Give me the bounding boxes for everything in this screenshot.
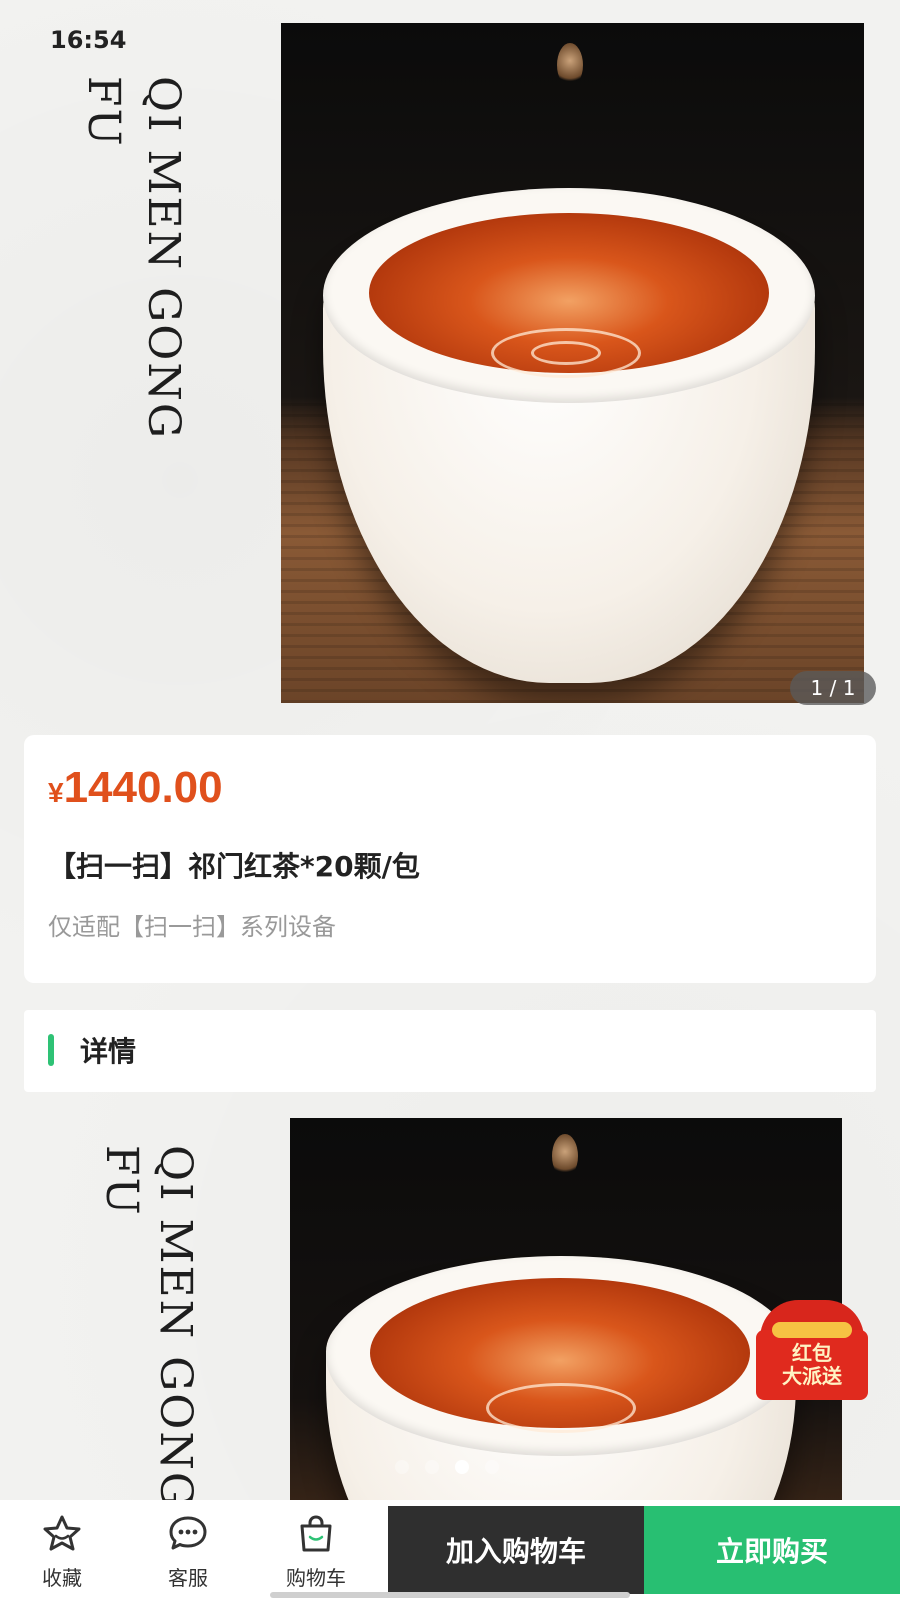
detail-title: 详情 xyxy=(80,1035,137,1068)
product-subtitle: 仅适配【扫一扫】系列设备 xyxy=(48,913,336,941)
gold-coins-icon xyxy=(772,1322,852,1338)
cart-tab[interactable]: 购物车 xyxy=(254,1500,378,1600)
detail-header: 详情 xyxy=(24,1010,876,1092)
carousel-dot-active[interactable] xyxy=(455,1460,469,1474)
favorite-label: 收藏 xyxy=(42,1566,82,1590)
product-price: ¥1440.00 xyxy=(48,763,223,813)
product-title: 【扫一扫】祁门红茶*20颗/包 xyxy=(48,850,420,883)
buy-now-button[interactable]: 立即购买 xyxy=(644,1506,900,1594)
image-counter: 1 / 1 xyxy=(790,671,876,705)
detail-vertical-text-line2: FU xyxy=(96,1145,147,1217)
carousel-dots[interactable] xyxy=(395,1460,499,1474)
detail-vertical-text-line1: QI MEN GONG xyxy=(150,1145,201,1509)
bottom-action-bar: 收藏 客服 购物车 加入购物车 立即购买 xyxy=(0,1500,900,1600)
shopping-bag-icon xyxy=(300,1515,332,1552)
promo-line2: 大派送 xyxy=(782,1364,842,1388)
currency-symbol: ¥ xyxy=(48,777,64,808)
promo-text: 红包 大派送 xyxy=(756,1342,868,1388)
tea-ripple-inner xyxy=(531,341,601,365)
tea-ripple xyxy=(486,1383,636,1433)
favorite-tab[interactable]: 收藏 xyxy=(0,1500,124,1600)
product-info-card: ¥1440.00 【扫一扫】祁门红茶*20颗/包 仅适配【扫一扫】系列设备 xyxy=(24,735,876,983)
carousel-dot[interactable] xyxy=(425,1460,439,1474)
price-value: 1440.00 xyxy=(63,763,223,812)
detail-accent-bar xyxy=(48,1034,54,1066)
tea-drip xyxy=(552,1134,578,1178)
customer-service-tab[interactable]: 客服 xyxy=(126,1500,250,1600)
tea-drip xyxy=(557,43,583,87)
cart-label: 购物车 xyxy=(286,1566,346,1590)
status-time: 16:54 xyxy=(50,26,127,54)
red-envelope-promo[interactable]: 红包 大派送 xyxy=(756,1300,868,1400)
banner-vertical-text-line2: FU xyxy=(78,76,129,148)
home-indicator[interactable] xyxy=(270,1592,630,1598)
add-to-cart-button[interactable]: 加入购物车 xyxy=(388,1506,644,1594)
banner-vertical-text-line1: QI MEN GONG xyxy=(138,76,189,440)
carousel-dot[interactable] xyxy=(395,1460,409,1474)
product-image[interactable] xyxy=(281,23,864,703)
customer-service-label: 客服 xyxy=(168,1566,208,1590)
chat-icon xyxy=(169,1516,207,1550)
carousel-dot[interactable] xyxy=(485,1460,499,1474)
promo-line1: 红包 xyxy=(792,1341,832,1365)
star-icon xyxy=(43,1515,81,1551)
